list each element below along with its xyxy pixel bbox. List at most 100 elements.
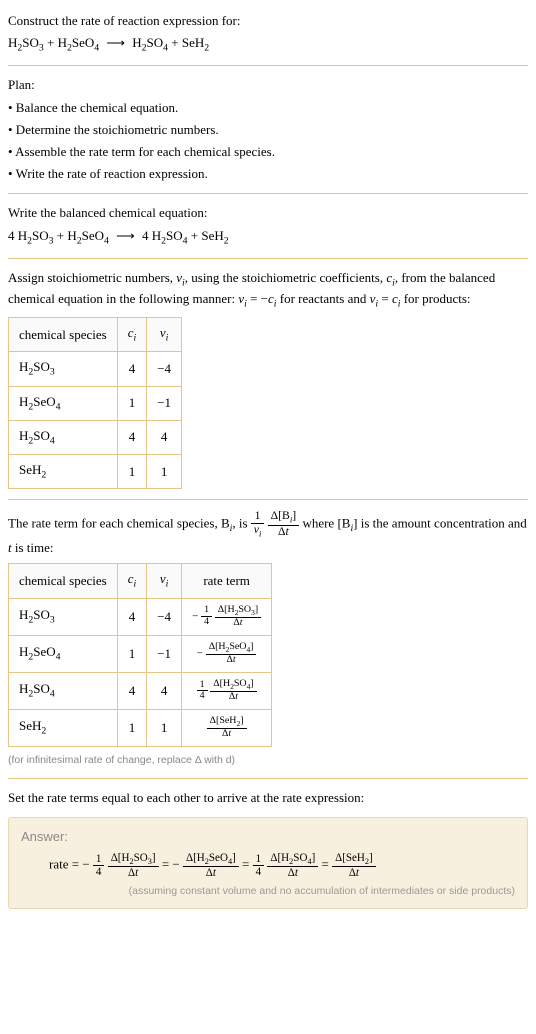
neg: −	[82, 857, 89, 872]
arrow-icon: ⟶	[102, 34, 129, 52]
divider	[8, 499, 528, 500]
t: H	[8, 35, 17, 50]
s: 2	[224, 235, 229, 246]
sp: H2SO3	[18, 228, 54, 243]
plan-item: • Balance the chemical equation.	[8, 99, 528, 117]
delta-frac: Δ[H2SO4]Δt	[210, 679, 256, 703]
t: SO	[32, 228, 49, 243]
t: The rate term for each chemical species,…	[8, 516, 230, 531]
sp: H2SO4	[152, 228, 188, 243]
rate-word: rate	[49, 857, 68, 872]
col-nu: νi	[147, 564, 182, 598]
cell-c: 4	[117, 672, 147, 709]
cell-species: H2SO3	[9, 352, 118, 386]
eq: =	[378, 291, 392, 306]
sp: H2SeO4	[67, 228, 109, 243]
coef: 4	[142, 228, 149, 243]
num: 1	[93, 853, 105, 866]
num: Δ[H2SO3]	[215, 605, 261, 618]
cell-nu: −1	[147, 635, 182, 672]
cell-nu: 1	[147, 455, 182, 489]
den: Δt	[210, 692, 256, 703]
plan-item: • Write the rate of reaction expression.	[8, 165, 528, 183]
frac: 1νi	[251, 510, 265, 539]
table-row: H2SeO4 1 −1	[9, 386, 182, 420]
t: SeO	[82, 228, 104, 243]
frac: Δ[Bi]Δt	[268, 510, 300, 539]
cell-nu: 4	[147, 672, 182, 709]
plus: +	[171, 35, 178, 50]
answer-box: Answer: rate = − 14 Δ[H2SO3]Δt = − Δ[H2S…	[8, 817, 528, 909]
num: Δ[Bi]	[268, 510, 300, 526]
s: 4	[183, 235, 188, 246]
t: Assign stoichiometric numbers,	[8, 270, 176, 285]
cell-rate-term: − 14 Δ[H2SO3]Δt	[182, 598, 272, 635]
t: H	[58, 35, 67, 50]
cell-species: SeH2	[9, 455, 118, 489]
t: is time:	[12, 540, 54, 555]
plan-item: • Assemble the rate term for each chemic…	[8, 143, 528, 161]
sign: −	[197, 647, 203, 659]
t: SeH	[182, 35, 204, 50]
den: Δt	[332, 867, 376, 879]
t: SeH	[201, 228, 223, 243]
cell-species: H2SeO4	[9, 386, 118, 420]
t: H	[152, 228, 161, 243]
cell-nu: −1	[147, 386, 182, 420]
t: Δ[B	[271, 509, 290, 522]
table-header-row: chemical species ci νi rate term	[9, 564, 272, 598]
den: 4	[201, 617, 212, 628]
table-row: SeH2 1 1	[9, 455, 182, 489]
stoich-table: chemical species ci νi H2SO3 4 −4 H2SeO4…	[8, 317, 182, 489]
plan-item: • Determine the stoichiometric numbers.	[8, 121, 528, 139]
neg: −	[172, 857, 179, 872]
eq: =	[242, 857, 249, 872]
cell-nu: 4	[147, 420, 182, 454]
balanced-label: Write the balanced chemical equation:	[8, 204, 528, 222]
den: Δt	[215, 618, 261, 629]
coef-frac: 14	[197, 680, 208, 703]
cell-species: SeH2	[9, 709, 118, 746]
table-row: H2SO3 4 −4 − 14 Δ[H2SO3]Δt	[9, 598, 272, 635]
num: Δ[H2SeO4]	[206, 642, 257, 655]
t: H	[67, 228, 76, 243]
col-species: chemical species	[9, 318, 118, 352]
t: for products:	[400, 291, 470, 306]
divider	[8, 258, 528, 259]
delta-frac: Δ[SeH2]Δt	[332, 852, 376, 879]
rate-expression: rate = − 14 Δ[H2SO3]Δt = − Δ[H2SeO4]Δt =…	[21, 852, 515, 879]
t: SeO	[72, 35, 94, 50]
plus: +	[47, 35, 54, 50]
table-row: SeH2 1 1 Δ[SeH2]Δt	[9, 709, 272, 746]
cell-rate-term: Δ[SeH2]Δt	[182, 709, 272, 746]
s: 3	[39, 43, 44, 54]
cell-c: 4	[117, 420, 147, 454]
col-c: ci	[117, 564, 147, 598]
balanced-equation: 4 H2SO3 + H2SeO4 ⟶ 4 H2SO4 + SeH2	[8, 227, 528, 248]
sp: H2SeO4	[58, 35, 100, 50]
answer-label: Answer:	[21, 828, 515, 846]
den: Δt	[206, 655, 257, 666]
coef-frac: 14	[93, 853, 105, 878]
den: Δt	[207, 729, 247, 740]
col-c: ci	[117, 318, 147, 352]
num: Δ[SeH2]	[332, 852, 376, 867]
table-row: H2SO4 4 4	[9, 420, 182, 454]
t: ] is the amount concentration and	[353, 516, 527, 531]
t: , is	[232, 516, 250, 531]
t: where [B	[302, 516, 350, 531]
s: i	[259, 529, 261, 539]
s: 2	[204, 43, 209, 54]
col-species: chemical species	[9, 564, 118, 598]
num: 1	[253, 853, 265, 866]
assign-text: Assign stoichiometric numbers, νi, using…	[8, 269, 528, 311]
plus: +	[57, 228, 64, 243]
prompt-title: Construct the rate of reaction expressio…	[8, 12, 528, 30]
coef: 4	[8, 228, 15, 243]
cell-c: 1	[117, 455, 147, 489]
cell-species: H2SeO4	[9, 635, 118, 672]
t: SO	[147, 35, 164, 50]
den: 4	[93, 866, 105, 878]
eq: = −	[247, 291, 268, 306]
plus: +	[191, 228, 198, 243]
